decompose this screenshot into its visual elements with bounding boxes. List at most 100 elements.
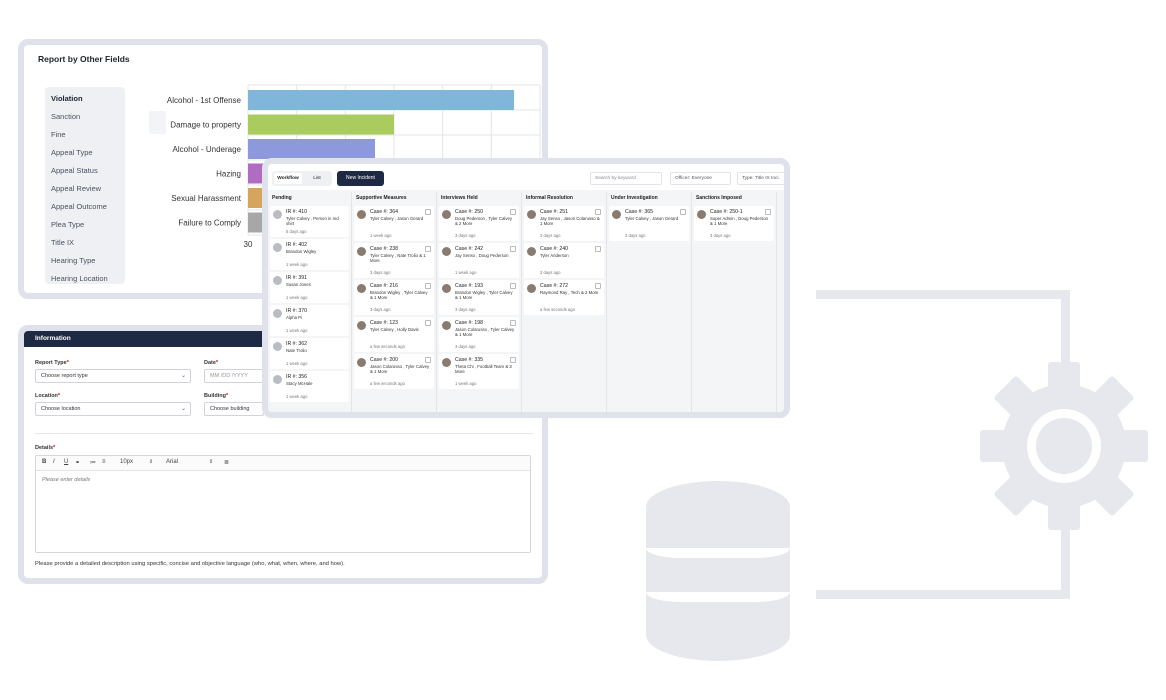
- case-card[interactable]: IR #: 410 Tyler Calvey , Person in red sh…: [270, 206, 349, 237]
- user-icon[interactable]: [510, 209, 516, 215]
- case-parties: Tyler Calvey , Person in red shirt: [286, 216, 339, 226]
- case-card[interactable]: Case #: 242 Jay Senso , Doug Pederson 1 we…: [439, 243, 519, 278]
- kanban-column: Supportive Measures Case #: 364 Tyler Calv…: [352, 192, 437, 412]
- connector-line-top: [816, 290, 1070, 299]
- avatar: [273, 309, 282, 318]
- avatar: [442, 284, 451, 293]
- user-icon[interactable]: [425, 209, 431, 215]
- user-icon[interactable]: [510, 357, 516, 363]
- case-time: 5 days ago: [286, 229, 307, 234]
- align-icon[interactable]: ≣: [224, 459, 229, 466]
- location-label: Location*: [35, 393, 61, 399]
- case-number: Case #: 272: [540, 283, 568, 289]
- case-card[interactable]: Case #: 238 Tyler Calvey , Nate Trolio & …: [354, 243, 434, 278]
- case-card[interactable]: Case #: 250-1 Super Admin , Doug Pederson…: [694, 206, 774, 241]
- user-icon[interactable]: [510, 283, 516, 289]
- case-card[interactable]: Case #: 216 Brandon Wigley , Tyler Calvey…: [354, 280, 434, 315]
- case-parties: Jay Senso , Jason Colarusso & 1 More: [540, 216, 600, 226]
- case-parties: Stacy McHale: [286, 381, 313, 386]
- case-time: 3 days ago: [540, 270, 561, 275]
- view-tabs: Workflow List: [272, 171, 332, 186]
- case-card[interactable]: IR #: 362 Nate Trolio 1 week ago: [270, 338, 349, 369]
- details-label: Details*: [35, 445, 56, 451]
- avatar: [273, 276, 282, 285]
- case-card[interactable]: IR #: 402 Brandon Wigley 1 week ago: [270, 239, 349, 270]
- font-family-select[interactable]: Arial: [166, 459, 178, 465]
- case-parties: Tyler Anderson: [540, 253, 569, 258]
- case-card[interactable]: Case #: 335 Theta Chi , Football Team & 3…: [439, 354, 519, 389]
- case-card[interactable]: Case #: 240 Tyler Anderson 3 days ago: [524, 243, 604, 278]
- case-number: IR #: 391: [286, 275, 308, 281]
- new-incident-button[interactable]: New Incident: [337, 171, 384, 186]
- keyword-search-input[interactable]: Search by keyword: [590, 172, 662, 185]
- case-card[interactable]: IR #: 370 Alpha Pi 1 week ago: [270, 305, 349, 336]
- bar[interactable]: [248, 139, 375, 159]
- case-card[interactable]: Case #: 250 Doug Pederson , Tyler Calvey …: [439, 206, 519, 241]
- report-type-select[interactable]: Choose report type ⌄: [35, 369, 191, 383]
- chevron-down-icon: ⌄: [180, 373, 186, 379]
- case-number: Case #: 216: [370, 283, 398, 289]
- bar[interactable]: [248, 114, 394, 135]
- case-time: 3 days ago: [370, 307, 391, 312]
- font-size-select[interactable]: 10px: [120, 459, 133, 465]
- avatar: [527, 210, 536, 219]
- case-card[interactable]: IR #: 356 Stacy McHale 1 week ago: [270, 371, 349, 402]
- report-type-label: Report Type*: [35, 360, 69, 366]
- date-input[interactable]: MM /DD /YYYY: [204, 369, 264, 383]
- column-title: Pending: [268, 192, 351, 204]
- case-card[interactable]: Case #: 272 Raymond Ray , Tech & 2 More a …: [524, 280, 604, 315]
- location-select[interactable]: Choose location ⌄: [35, 402, 191, 416]
- details-editor[interactable]: B I U ⚭ ≔ ≡ 10px ⇕ Arial ⇕ ≣ Please ente…: [35, 455, 531, 553]
- case-card[interactable]: IR #: 391 Susan Jones 1 week ago: [270, 272, 349, 303]
- case-card[interactable]: Case #: 123 Tyler Calvey , Holly Davis a f…: [354, 317, 434, 352]
- user-icon[interactable]: [425, 357, 431, 363]
- user-icon[interactable]: [765, 209, 771, 215]
- officer-filter[interactable]: Officer: Everyone: [670, 172, 731, 185]
- case-number: Case #: 200: [370, 357, 398, 363]
- case-number: IR #: 362: [286, 341, 308, 347]
- italic-button[interactable]: I: [53, 459, 55, 465]
- user-icon[interactable]: [595, 209, 601, 215]
- case-number: Case #: 364: [370, 209, 398, 215]
- tab-workflow[interactable]: Workflow: [274, 173, 302, 184]
- case-parties: Theta Chi , Football Team & 3 More: [455, 364, 512, 374]
- avatar: [442, 210, 451, 219]
- bold-button[interactable]: B: [42, 459, 46, 465]
- building-label: Building*: [204, 393, 229, 399]
- column-title: Under Investigation: [607, 192, 691, 204]
- user-icon[interactable]: [425, 283, 431, 289]
- category-label: Alcohol - Underage: [173, 145, 242, 154]
- case-card[interactable]: Case #: 200 Jason Colarusso , Tyler Calve…: [354, 354, 434, 389]
- case-time: 1 week ago: [286, 328, 308, 333]
- user-icon[interactable]: [510, 246, 516, 252]
- case-card[interactable]: Case #: 364 Tyler Calvey , Jason Gerard 1 …: [354, 206, 434, 241]
- user-icon[interactable]: [510, 320, 516, 326]
- case-card[interactable]: Case #: 251 Jay Senso , Jason Colarusso &…: [524, 206, 604, 241]
- avatar: [527, 284, 536, 293]
- user-icon[interactable]: [595, 283, 601, 289]
- bar[interactable]: [248, 90, 514, 110]
- avatar: [442, 358, 451, 367]
- user-icon[interactable]: [680, 209, 686, 215]
- case-card[interactable]: Case #: 198 Jason Colarusso , Tyler Calve…: [439, 317, 519, 352]
- category-label: Failure to Comply: [178, 219, 241, 228]
- user-icon[interactable]: [595, 246, 601, 252]
- building-select[interactable]: Choose building: [204, 402, 264, 416]
- ordered-list-icon[interactable]: ≔: [90, 459, 96, 466]
- case-card[interactable]: Case #: 365 Tyler Calvey , Jason Gerard 3 …: [609, 206, 689, 241]
- link-icon[interactable]: ⚭: [75, 459, 80, 466]
- underline-button[interactable]: U: [64, 459, 68, 465]
- tab-list[interactable]: List: [304, 173, 330, 184]
- type-filter[interactable]: Type: Title IX Inci: [737, 172, 784, 185]
- connector-line-bottom: [816, 590, 1070, 599]
- case-number: Case #: 123: [370, 320, 398, 326]
- user-icon[interactable]: [425, 320, 431, 326]
- bullet-list-icon[interactable]: ≡: [102, 459, 106, 465]
- case-parties: Tyler Calvey , Holly Davis: [370, 327, 419, 332]
- case-card[interactable]: Case #: 193 Brandon Wigley , Tyler Calvey…: [439, 280, 519, 315]
- case-parties: Susan Jones: [286, 282, 311, 287]
- form-divider: [35, 433, 533, 434]
- case-time: 3 days ago: [455, 307, 476, 312]
- case-parties: Raymond Ray , Tech & 2 More: [540, 290, 599, 295]
- user-icon[interactable]: [425, 246, 431, 252]
